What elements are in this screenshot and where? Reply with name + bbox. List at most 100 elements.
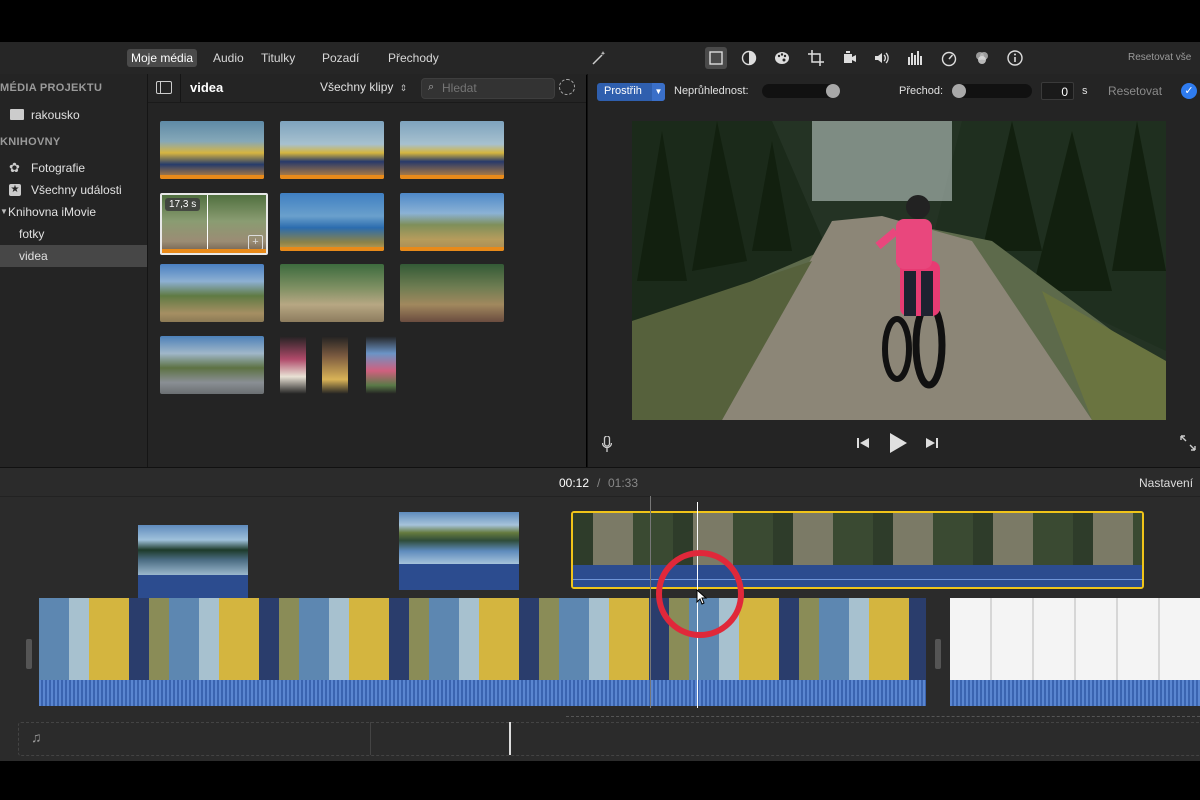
tab-my-media[interactable]: Moje média: [127, 49, 198, 67]
clip-thumbnail[interactable]: [160, 336, 264, 394]
magic-wand-icon[interactable]: [588, 47, 610, 69]
gear-icon[interactable]: [559, 79, 575, 95]
add-to-project-icon[interactable]: +: [248, 235, 263, 250]
settings-button[interactable]: Nastavení: [1139, 476, 1193, 490]
disclosure-triangle-icon[interactable]: ▼: [0, 201, 8, 223]
time-separator: /: [597, 476, 601, 490]
clip-thumbnail[interactable]: [280, 264, 384, 322]
total-time: 01:33: [608, 476, 639, 490]
primary-clip[interactable]: [39, 598, 926, 706]
sidebar-item-all-events[interactable]: ★ Všechny události: [0, 179, 147, 201]
viewer: Prostřih ▼ Neprůhlednost: Přechod: 0 s R…: [587, 74, 1200, 467]
clip-filter-value: Všechny klipy: [320, 80, 394, 94]
info-icon[interactable]: [1004, 47, 1026, 69]
transition-style-dropdown[interactable]: Prostřih ▼: [597, 83, 665, 101]
speed-icon[interactable]: [938, 47, 960, 69]
sidebar-item-photos[interactable]: ✿ Fotografie: [0, 157, 147, 179]
transition-unit: s: [1082, 85, 1088, 97]
opacity-label: Neprůhlednost:: [674, 85, 749, 97]
slider-knob[interactable]: [826, 84, 840, 98]
equalizer-icon[interactable]: [904, 47, 926, 69]
crop-to-fill-icon[interactable]: [705, 47, 727, 69]
video-preview[interactable]: [632, 121, 1166, 420]
storyline-handle[interactable]: [935, 639, 941, 669]
clip-thumbnail[interactable]: [280, 121, 384, 179]
clip-thumbnail-selected[interactable]: 17,3 s +: [160, 193, 268, 255]
clip-thumbnail[interactable]: [280, 193, 384, 251]
divider: [370, 722, 371, 755]
used-clip-indicator: [160, 175, 264, 179]
current-time: 00:12: [559, 476, 590, 490]
clip-thumbnail[interactable]: [400, 193, 504, 251]
skip-forward-icon[interactable]: [925, 436, 939, 450]
music-note-icon: ♫: [31, 729, 42, 745]
music-track[interactable]: ♫: [18, 722, 1200, 756]
mouse-cursor-icon: [696, 588, 708, 605]
clip-filmstrip: [138, 525, 248, 575]
sidebar-item-imovie-library[interactable]: ▼ Knihovna iMovie: [0, 201, 147, 223]
sidebar-item-label: videa: [19, 249, 48, 263]
sidebar-item-label: Knihovna iMovie: [8, 205, 97, 219]
top-toolbar: Moje média Audio Titulky Pozadí Přechody…: [0, 42, 1200, 75]
play-icon[interactable]: [888, 432, 908, 454]
tab-backgrounds[interactable]: Pozadí: [318, 49, 363, 67]
clip-thumbnail-portrait[interactable]: [322, 336, 348, 394]
apply-checkmark-icon[interactable]: ✓: [1181, 83, 1197, 99]
transition-slider[interactable]: [952, 84, 1032, 98]
search-field[interactable]: ⌕: [421, 78, 555, 99]
stabilization-icon[interactable]: [838, 47, 860, 69]
used-clip-indicator: [400, 247, 504, 251]
transition-label: Přechod:: [899, 85, 944, 97]
sidebar-item-label: Fotografie: [31, 161, 86, 175]
tab-titles[interactable]: Titulky: [257, 49, 299, 67]
browser-toolbar: videa Všechny klipy ⇕ ⌕: [148, 74, 586, 103]
clip-thumbnail[interactable]: [160, 264, 264, 322]
reset-all-button[interactable]: Resetovat vše: [1128, 52, 1191, 63]
sidebar-toggle-icon[interactable]: [156, 81, 172, 94]
tab-audio[interactable]: Audio: [209, 49, 248, 67]
storyline-handle[interactable]: [26, 639, 32, 669]
cutaway-clip[interactable]: [399, 512, 519, 590]
skip-back-icon[interactable]: [856, 436, 870, 450]
audio-waveform: [950, 680, 1200, 706]
screen-recording-clip[interactable]: [950, 598, 1200, 706]
clip-thumbnail[interactable]: [400, 264, 504, 322]
audio-waveform: [39, 680, 926, 706]
transition-duration-field[interactable]: 0: [1041, 82, 1074, 100]
chevron-updown-icon: ⇕: [399, 83, 408, 93]
clip-filmstrip: [39, 598, 926, 680]
duration-badge: 17,3 s: [165, 198, 201, 211]
used-clip-indicator: [162, 249, 266, 253]
cutaway-clip[interactable]: [138, 525, 248, 598]
selected-cutaway-clip[interactable]: [571, 511, 1144, 589]
project-media-header: MÉDIA PROJEKTU: [0, 82, 103, 94]
microphone-icon[interactable]: [601, 435, 613, 452]
filter-icon[interactable]: [971, 47, 993, 69]
skimmer-line: [650, 496, 651, 708]
slider-knob[interactable]: [952, 84, 966, 98]
clip-thumbnail-portrait[interactable]: [280, 336, 306, 394]
sidebar-item-project[interactable]: rakousko: [0, 104, 147, 126]
crop-icon[interactable]: [805, 47, 827, 69]
search-input[interactable]: [442, 80, 547, 95]
used-clip-indicator: [280, 175, 384, 179]
photos-icon: ✿: [9, 160, 20, 175]
clip-thumbnail[interactable]: [400, 121, 504, 179]
tab-transitions[interactable]: Přechody: [384, 49, 443, 67]
color-balance-icon[interactable]: [738, 47, 760, 69]
clip-filmstrip: [399, 512, 519, 564]
divider: [180, 74, 181, 102]
transition-style-value: Prostřih: [604, 85, 642, 97]
clip-thumbnail-portrait[interactable]: [366, 336, 396, 394]
sidebar-item-videa[interactable]: videa: [0, 245, 147, 267]
opacity-slider[interactable]: [762, 84, 840, 98]
sidebar-item-fotky[interactable]: fotky: [0, 223, 147, 245]
playhead-marker[interactable]: [509, 722, 511, 755]
volume-icon[interactable]: [871, 47, 893, 69]
color-palette-icon[interactable]: [771, 47, 793, 69]
clip-thumbnail[interactable]: [160, 121, 264, 179]
reset-button[interactable]: Resetovat: [1108, 84, 1162, 98]
clip-filter-dropdown[interactable]: Všechny klipy ⇕: [320, 80, 407, 94]
clip-audio: [399, 564, 519, 590]
fullscreen-icon[interactable]: [1180, 435, 1196, 451]
